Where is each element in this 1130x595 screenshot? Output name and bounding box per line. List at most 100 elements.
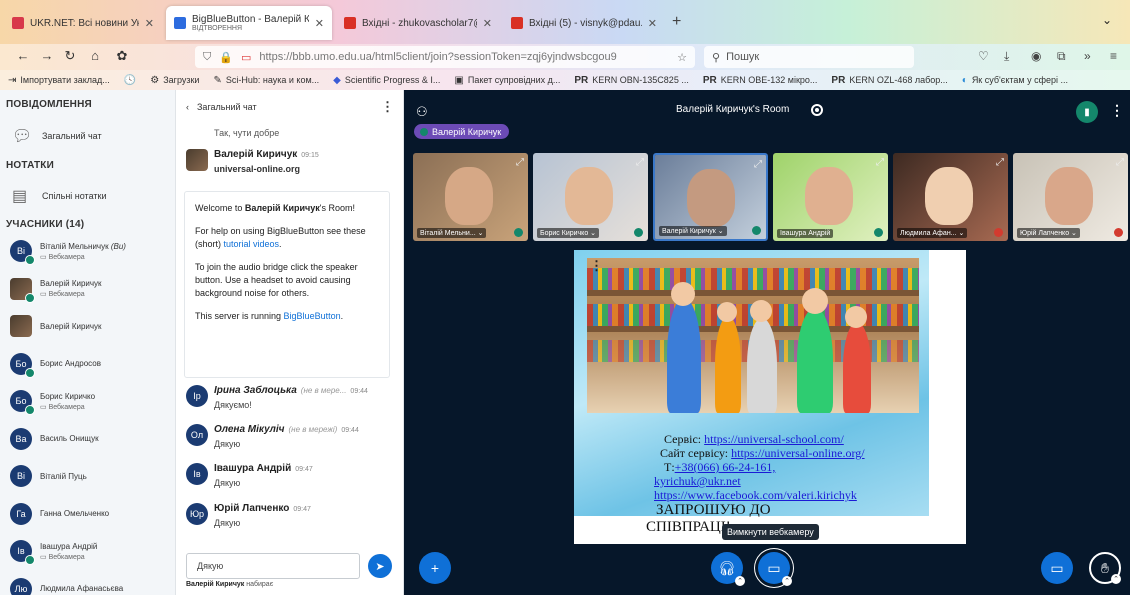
webcam-label[interactable]: Борис Киричко ⌄ (537, 228, 600, 238)
participant-row[interactable]: Ів Івашура Андрій ▭ Вебкамера (10, 540, 170, 565)
slide-link[interactable]: https://universal-school.com/ (704, 432, 844, 446)
webcam-label[interactable]: Людмила Афан... ⌄ (897, 228, 968, 238)
fullscreen-icon[interactable]: ⤢ (516, 157, 524, 168)
search-icon: ⚲ (712, 51, 721, 64)
url-text[interactable]: https://bbb.umo.edu.ua/html5client/join?… (259, 51, 669, 63)
webcam-button[interactable]: ▭ ⌃ (758, 552, 792, 586)
bigbluebutton-link[interactable]: BigBlueButton (284, 311, 341, 321)
reload-icon[interactable]: ↻ (61, 48, 79, 64)
participant-row[interactable]: Ві Віталій Пуць (10, 465, 170, 487)
participant-row[interactable]: Валерій Киричук ▭ Вебкамера (10, 277, 170, 303)
extension-icon[interactable]: ✿ (113, 48, 131, 64)
fullscreen-icon[interactable]: ⤢ (636, 157, 644, 168)
webcam-label[interactable]: Віталій Мельни... ⌄ (417, 228, 487, 238)
home-icon[interactable]: ⌂ (86, 48, 104, 63)
slide-link[interactable]: kyrichuk@ukr.net (654, 474, 741, 488)
participant-row[interactable]: Га Ганна Омельченко (10, 502, 170, 525)
connection-status-icon[interactable]: ▮ (1076, 101, 1098, 123)
bookmark-item[interactable]: PR KERN OZL-468 лабор... (831, 75, 947, 86)
message-time: 09:44 (350, 388, 368, 395)
tab-close-icon[interactable]: ✕ (483, 17, 492, 30)
slide-link[interactable]: https://www.facebook.com/valeri.kirichyk (654, 488, 857, 502)
raise-hand-button[interactable]: ✋︎ ⌃ (1089, 552, 1121, 584)
bookmark-item[interactable]: ⚙ Загрузки (150, 75, 199, 86)
account-icon[interactable]: ◉ (1031, 49, 1041, 63)
child-head (750, 300, 772, 322)
webcam-label[interactable]: Юрій Лапченко ⌄ (1017, 228, 1080, 238)
back-arrow-icon[interactable]: ← (14, 48, 32, 63)
bookmark-star-icon[interactable]: ☆ (677, 51, 687, 64)
recording-indicator-icon[interactable] (811, 104, 823, 116)
slide-link[interactable]: +38(066) 66-24-161, (675, 460, 776, 474)
webcam-status: ▭ Вебкамера (40, 403, 85, 411)
fullscreen-icon[interactable]: ⤢ (1116, 157, 1124, 168)
bookmark-item[interactable]: ✎ Sci-Hub: наука и ком... (213, 75, 319, 86)
presentation-toggle-button[interactable]: ▭ (1041, 552, 1073, 584)
chat-options-icon[interactable]: ⋮ (381, 99, 394, 115)
participant-row[interactable]: Бо Борис Андросов (10, 352, 170, 378)
camera-permission-icon[interactable]: ▭ (241, 51, 251, 64)
webcam-options-chevron-icon[interactable]: ⌃ (782, 576, 792, 586)
extensions-icon[interactable]: ⧉ (1057, 49, 1066, 64)
participant-row[interactable]: Лю Людмила Афанасьєва (10, 577, 170, 595)
gear-icon: ⚙ (150, 74, 160, 86)
bookmark-item[interactable]: ◆ Scientific Progress & I... (333, 75, 440, 86)
tab-list-chevron-icon[interactable]: ⌄ (1102, 13, 1112, 27)
tab-close-icon[interactable]: ✕ (145, 17, 154, 30)
shared-notes-entry[interactable]: ▤ Спільні нотатки (0, 186, 106, 206)
new-tab-button[interactable]: + (672, 13, 681, 31)
browser-tab-gmail-1[interactable]: Вхідні - zhukovascholar7@gma ✕ (336, 8, 500, 38)
browser-tab-gmail-2[interactable]: Вхідні (5) - visnyk@pdau.edu.u ✕ (503, 8, 665, 38)
chat-message-input[interactable]: Дякую (186, 553, 360, 579)
reactions-chevron-icon[interactable]: ⌃ (1111, 574, 1121, 584)
webcam-tile[interactable]: ⤢ Борис Киричко ⌄ (533, 153, 648, 241)
back-chevron-icon[interactable]: ‹ (186, 102, 189, 112)
slide-options-icon[interactable]: ⋮ (590, 258, 603, 274)
fullscreen-icon[interactable]: ⤢ (876, 157, 884, 168)
bookmark-item[interactable]: PR KERN OBE-132 мікро... (703, 75, 818, 86)
send-message-button[interactable]: ➤ (368, 554, 392, 578)
overflow-chevron-icon[interactable]: » (1084, 49, 1091, 63)
chat-message: Ір Ірина Заблоцька (не в мере... 09:44 Дякує… (186, 385, 396, 410)
bookmark-item[interactable]: 🕓 (124, 75, 136, 86)
bookmark-item[interactable]: ▣ Пакет супровідних д... (454, 75, 560, 86)
webcam-tile[interactable]: ⤢ Валерій Киричук ⌄ (653, 153, 768, 241)
toggle-user-list-icon[interactable]: ⚇ (416, 104, 428, 120)
menu-icon[interactable]: ≡ (1110, 49, 1117, 63)
tab-close-icon[interactable]: ✕ (315, 17, 324, 30)
options-menu-icon[interactable]: ⋮ (1110, 102, 1124, 119)
public-chat-entry[interactable]: 💬︎ Загальний чат (0, 126, 102, 146)
participant-row[interactable]: Валерій Киричук (10, 315, 170, 337)
fullscreen-icon[interactable]: ⤢ (996, 157, 1004, 168)
participant-row[interactable]: Ва Василь Онищук (10, 427, 170, 450)
bookmark-item[interactable]: ⇥ Імпортувати заклад... (8, 75, 110, 86)
tab-close-icon[interactable]: ✕ (648, 17, 657, 30)
fullscreen-icon[interactable]: ⤢ (754, 159, 762, 170)
webcam-label[interactable]: Івашура Андрій (777, 229, 834, 238)
url-bar[interactable]: ⛉ 🔒 ▭ https://bbb.umo.edu.ua/html5client… (195, 46, 695, 68)
audio-button[interactable]: 🎧︎ ⌃ (711, 552, 745, 586)
pocket-icon[interactable]: ♡ (978, 49, 989, 63)
webcam-tile[interactable]: ⤢ Людмила Афан... ⌄ (893, 153, 1008, 241)
browser-tab-bigbluebutton[interactable]: BigBlueButton - Валерій Кирич ВІДТВОРЕНН… (166, 6, 332, 40)
actions-button[interactable]: + (419, 552, 451, 584)
webcam-tile[interactable]: ⤢ Юрій Лапченко ⌄ (1013, 153, 1128, 241)
downloads-icon[interactable]: ⤓ (1004, 49, 1009, 64)
browser-tab-ukrnet[interactable]: UKR.NET: Всі новини України, ✕ (4, 8, 162, 38)
participant-row[interactable]: Ві Віталій Мельничук (Ви) ▭ Вебкамера (10, 240, 170, 265)
webcam-tile[interactable]: ⤢ Віталій Мельни... ⌄ (413, 153, 528, 241)
forward-arrow-icon[interactable]: → (38, 48, 56, 63)
slide-link[interactable]: https://universal-online.org/ (731, 446, 864, 460)
lock-icon[interactable]: 🔒 (219, 51, 233, 64)
tutorial-videos-link[interactable]: tutorial videos (224, 239, 280, 249)
child-head (845, 306, 867, 328)
participant-row[interactable]: Бо Борис Киричко ▭ Вебкамера (10, 390, 170, 415)
bookmark-item[interactable]: ◐ Як суб'єктам у сфері ... (962, 75, 1068, 86)
audio-options-chevron-icon[interactable]: ⌃ (735, 576, 745, 586)
ukrnet-favicon-icon (12, 17, 24, 29)
shield-icon[interactable]: ⛉ (203, 51, 211, 64)
webcam-tile[interactable]: ⤢ Івашура Андрій (773, 153, 888, 241)
bookmark-item[interactable]: PR KERN OBN-135C825 ... (574, 75, 688, 86)
search-bar[interactable]: ⚲ Пошук (704, 46, 914, 68)
webcam-label[interactable]: Валерій Киричук ⌄ (659, 226, 727, 236)
